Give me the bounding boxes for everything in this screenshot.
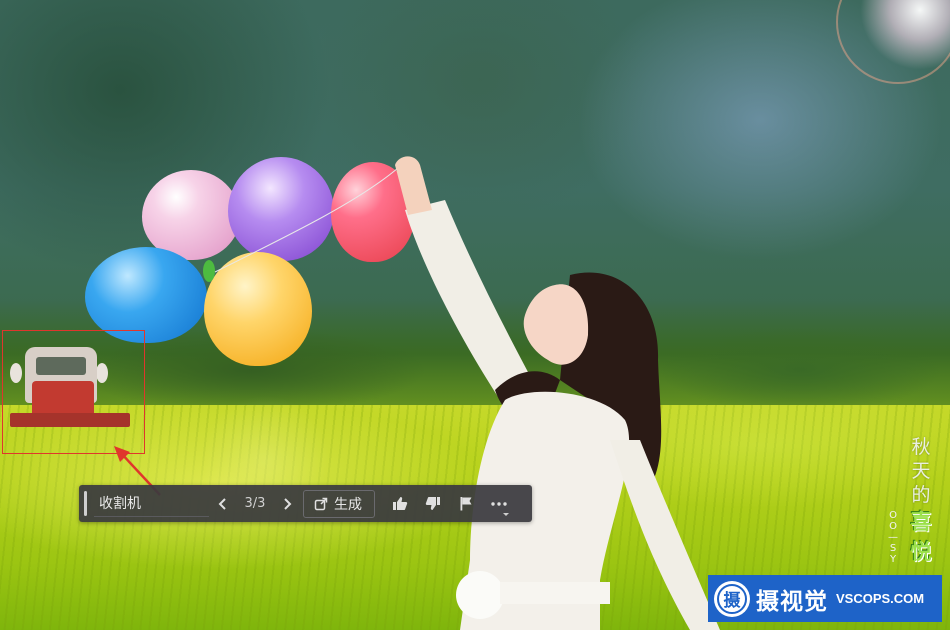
- logo-glyph: 摄: [723, 591, 741, 611]
- more-options-button[interactable]: [482, 490, 515, 518]
- caption-char: 秋: [911, 436, 931, 458]
- query-text: 收割机: [99, 496, 141, 512]
- logo-icon: 摄: [714, 580, 750, 617]
- woman-face: [523, 284, 589, 365]
- detection-box: [2, 330, 145, 454]
- dress-flower: [456, 571, 504, 619]
- small-char: Y: [889, 554, 897, 565]
- previous-button[interactable]: [209, 490, 237, 518]
- photo-vertical-caption: 秋 天 的 喜 悦: [905, 435, 937, 567]
- generate-label: 生成: [334, 496, 362, 513]
- dislike-button[interactable]: [416, 490, 449, 518]
- small-char: O: [889, 521, 897, 532]
- small-char: —: [888, 532, 898, 543]
- result-counter: 3/3: [244, 496, 266, 511]
- chevron-left-icon: [218, 497, 226, 510]
- share-generate-icon: [314, 497, 328, 510]
- more-icon: [490, 501, 507, 506]
- background-photo: [0, 0, 950, 630]
- next-button[interactable]: [273, 490, 301, 518]
- caption-accent-char: 悦: [910, 539, 932, 564]
- site-watermark: 摄 摄视觉 VSCOPS.COM: [708, 575, 942, 622]
- woman-arm-lowered: [610, 440, 720, 630]
- query-field[interactable]: 收割机: [94, 491, 209, 517]
- caption-char: 的: [911, 484, 931, 506]
- woman-hand: [395, 156, 432, 215]
- photo-vertical-small-text: O O — S Y: [887, 510, 899, 565]
- brand-name-cn: 摄视觉: [756, 588, 828, 615]
- drag-handle[interactable]: [84, 491, 87, 516]
- brand-domain: VSCOPS.COM: [836, 591, 925, 606]
- like-button[interactable]: [383, 490, 416, 518]
- small-char: O: [889, 510, 897, 521]
- report-button[interactable]: [449, 490, 482, 518]
- chevron-right-icon: [284, 497, 292, 510]
- woman-arm-raised: [405, 200, 535, 400]
- thumbs-down-icon: [425, 497, 440, 510]
- woman-figure: [214, 156, 720, 630]
- thumbs-up-icon: [392, 497, 407, 510]
- caption-char: 天: [911, 460, 931, 482]
- caption-accent-char: 喜: [910, 509, 932, 534]
- visual-search-toolbar: 收割机 3/3 生成: [79, 485, 532, 522]
- generate-button[interactable]: 生成: [303, 489, 375, 518]
- dropdown-corner-icon: [503, 512, 509, 516]
- flag-icon: [460, 497, 471, 511]
- dress-belt: [500, 582, 610, 604]
- small-char: S: [889, 543, 897, 554]
- balloon-string: [214, 167, 399, 273]
